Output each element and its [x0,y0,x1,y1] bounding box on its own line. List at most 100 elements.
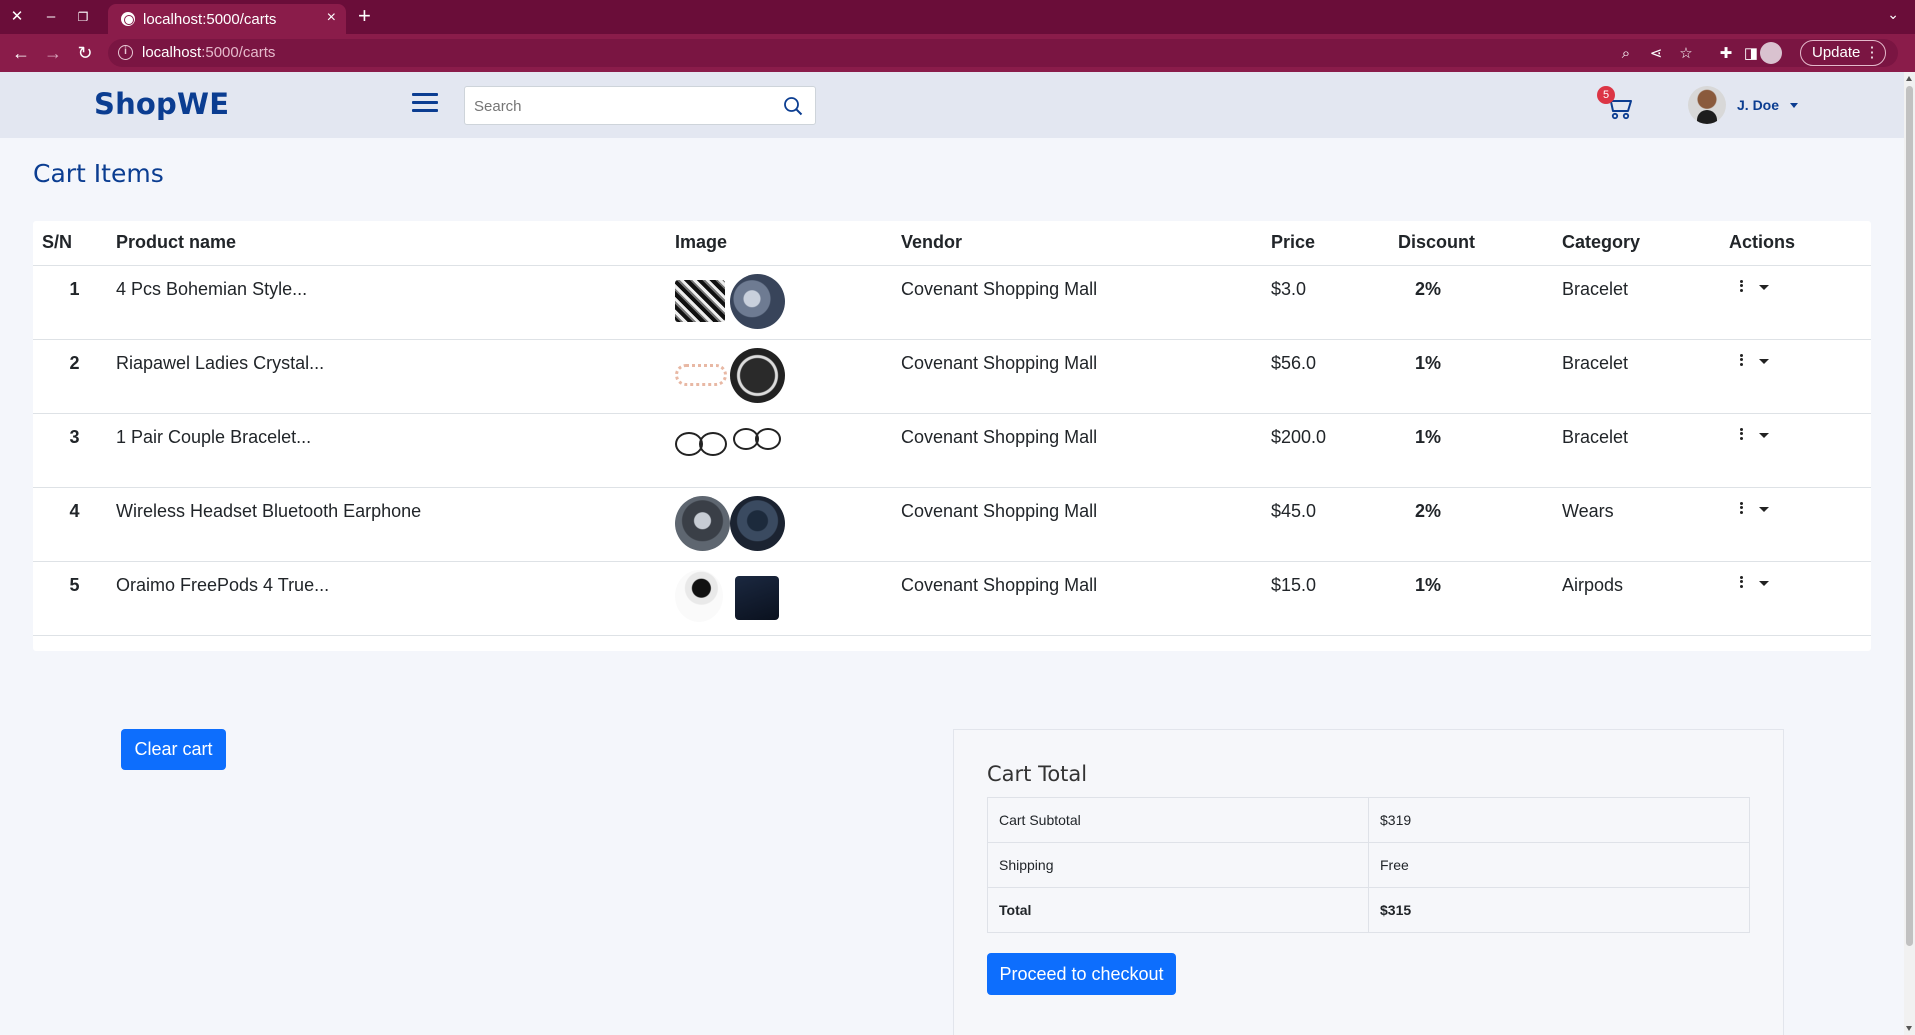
back-arrow-icon[interactable]: ← [8,34,34,72]
product-thumbnail[interactable] [730,495,785,551]
product-name[interactable]: Riapawel Ladies Crystal... [116,339,675,414]
dropdown-caret-icon[interactable] [1759,580,1769,586]
scroll-down-arrow-icon[interactable] [1906,1026,1912,1031]
discount: 1% [1398,413,1562,488]
category: Bracelet [1562,339,1729,414]
browser-profile-avatar[interactable] [1760,42,1782,64]
search-box [464,86,816,125]
product-thumbnail[interactable] [730,347,785,403]
col-header-vendor: Vendor [901,221,1271,266]
scroll-up-arrow-icon[interactable] [1906,76,1912,81]
vendor-name: Covenant Shopping Mall [901,561,1271,636]
row-sn: 3 [33,413,116,488]
product-name[interactable]: 1 Pair Couple Bracelet... [116,413,675,488]
product-thumbnail[interactable] [675,495,730,551]
share-icon[interactable]: ⋖ [1646,44,1666,64]
forward-arrow-icon[interactable]: → [40,34,66,72]
product-name[interactable]: 4 Pcs Bohemian Style... [116,265,675,340]
zoom-icon[interactable]: ⌕ [1616,44,1636,64]
product-name[interactable]: Wireless Headset Bluetooth Earphone [116,487,675,562]
clear-cart-button[interactable]: Clear cart [121,729,226,770]
kebab-menu-icon[interactable] [1739,575,1745,591]
window-close-icon[interactable]: ✕ [0,0,34,34]
window-minimize-icon[interactable]: – [34,0,68,34]
url-text: localhost:5000/carts [142,44,276,61]
price: $45.0 [1271,487,1398,562]
globe-icon [121,12,135,26]
reload-icon[interactable]: ↻ [72,34,98,72]
page-scrollbar[interactable] [1904,72,1915,1035]
shipping-label: Shipping [987,842,1369,888]
col-header-actions: Actions [1729,221,1871,266]
scrollbar-thumb[interactable] [1906,86,1913,946]
user-avatar[interactable] [1688,86,1726,124]
product-thumbnail[interactable] [675,569,723,622]
extensions-puzzle-icon[interactable]: ✚ [1716,44,1736,64]
table-row: 5 Oraimo FreePods 4 True... Covenant Sho… [33,561,1871,636]
address-bar[interactable]: i localhost:5000/carts ⌕ ⋖ ☆ ✚ ◨ Update … [108,39,1898,67]
new-tab-icon[interactable]: + [358,3,371,29]
brand-logo[interactable]: ShopWE [94,87,229,121]
price: $200.0 [1271,413,1398,488]
product-thumbnail[interactable] [699,431,727,456]
kebab-menu-icon[interactable] [1739,279,1745,295]
kebab-menu-icon[interactable] [1739,501,1745,517]
search-icon[interactable] [783,96,803,116]
discount: 1% [1398,561,1562,636]
table-row: 3 1 Pair Couple Bracelet... Covenant Sho… [33,413,1871,488]
search-input[interactable] [474,95,764,117]
col-header-discount: Discount [1398,221,1562,266]
kebab-menu-icon[interactable] [1739,353,1745,369]
table-row: 1 4 Pcs Bohemian Style... Covenant Shopp… [33,265,1871,340]
browser-toolbar: ← → ↻ i localhost:5000/carts ⌕ ⋖ ☆ ✚ ◨ U… [0,34,1915,72]
product-thumbnail[interactable] [735,575,779,620]
vendor-name: Covenant Shopping Mall [901,339,1271,414]
dropdown-caret-icon[interactable] [1759,432,1769,438]
menu-hamburger-icon[interactable] [412,93,438,113]
total-value: $315 [1368,887,1750,933]
user-menu-caret-icon[interactable] [1790,103,1798,108]
browser-update-button[interactable]: Update ⋮ [1800,40,1886,66]
tab-title: localhost:5000/carts [143,11,277,28]
side-panel-icon[interactable]: ◨ [1741,44,1761,64]
product-thumbnail[interactable] [755,427,781,450]
dropdown-caret-icon[interactable] [1759,506,1769,512]
col-header-price: Price [1271,221,1398,266]
table-row: 2 Riapawel Ladies Crystal... Covenant Sh… [33,339,1871,414]
page-title: Cart Items [33,159,164,188]
col-header-sn: S/N [33,221,116,266]
bookmark-star-icon[interactable]: ☆ [1676,44,1696,64]
category: Bracelet [1562,265,1729,340]
subtotal-row: Cart Subtotal $319 [987,797,1750,843]
discount: 1% [1398,339,1562,414]
category: Bracelet [1562,413,1729,488]
category: Airpods [1562,561,1729,636]
tab-search-chevron-icon[interactable]: ⌄ [1887,6,1899,23]
tab-close-icon[interactable]: × [327,9,336,27]
product-name[interactable]: Oraimo FreePods 4 True... [116,561,675,636]
app-navbar: ShopWE 5 J. Doe [0,72,1904,138]
user-name[interactable]: J. Doe [1737,97,1779,113]
vendor-name: Covenant Shopping Mall [901,487,1271,562]
row-sn: 5 [33,561,116,636]
browser-tab-strip: ✕ – ❐ localhost:5000/carts × + ⌄ [0,0,1915,34]
table-header-row: S/N Product name Image Vendor Price Disc… [33,221,1871,266]
col-header-category: Category [1562,221,1729,266]
vendor-name: Covenant Shopping Mall [901,413,1271,488]
cart-items-table: S/N Product name Image Vendor Price Disc… [33,221,1871,636]
discount: 2% [1398,265,1562,340]
proceed-to-checkout-button[interactable]: Proceed to checkout [987,953,1176,995]
cart-total-table: Cart Subtotal $319 Shipping Free Total $… [987,797,1750,933]
browser-tab[interactable]: localhost:5000/carts × [108,4,346,34]
product-thumbnail[interactable] [675,279,725,322]
product-thumbnail[interactable] [675,363,727,386]
category: Wears [1562,487,1729,562]
row-sn: 2 [33,339,116,414]
product-thumbnail[interactable] [730,273,785,329]
site-info-icon[interactable]: i [118,45,133,60]
dropdown-caret-icon[interactable] [1759,358,1769,364]
dropdown-caret-icon[interactable] [1759,284,1769,290]
shipping-value: Free [1368,842,1750,888]
window-restore-icon[interactable]: ❐ [66,0,100,34]
kebab-menu-icon[interactable] [1739,427,1745,443]
